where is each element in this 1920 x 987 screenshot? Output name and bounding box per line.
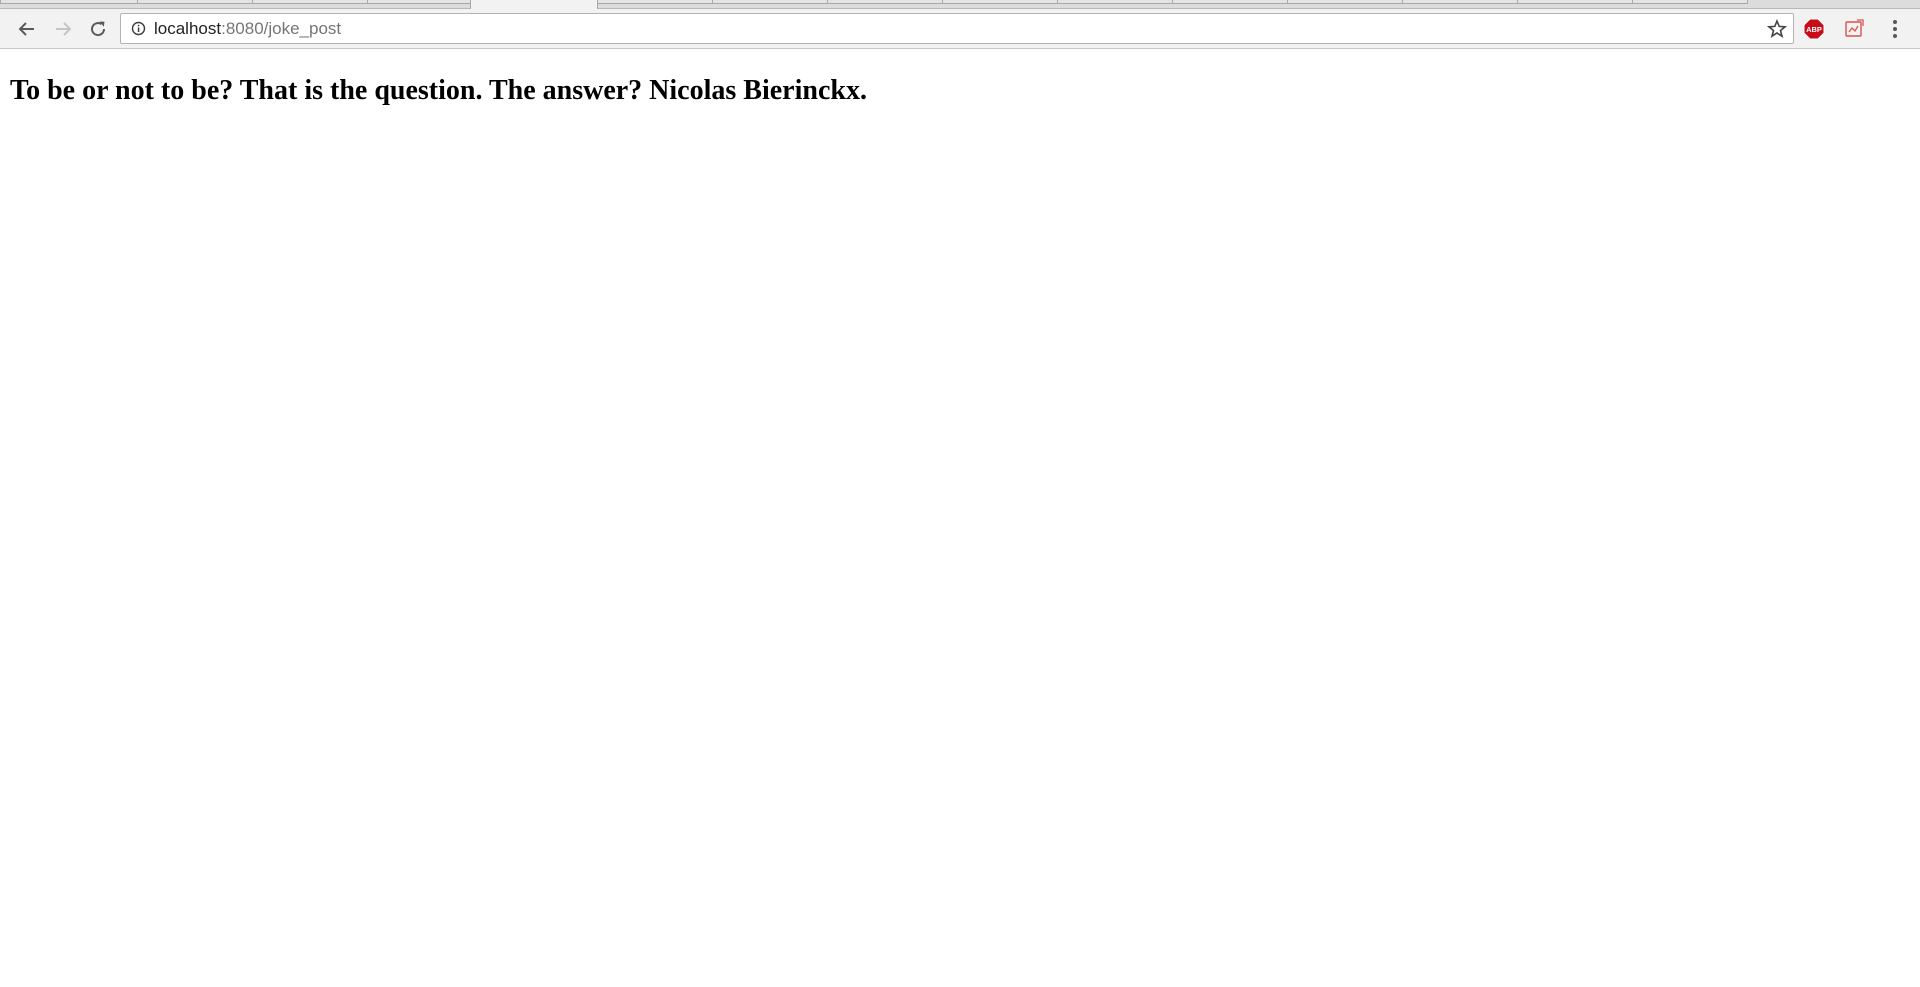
browser-tab[interactable] xyxy=(1172,0,1288,4)
reload-icon xyxy=(91,21,106,37)
abp-icon: ABP xyxy=(1803,18,1825,40)
extension-button[interactable] xyxy=(1843,18,1865,40)
browser-tab[interactable] xyxy=(1632,0,1748,4)
browser-menu-button[interactable] xyxy=(1885,17,1905,41)
browser-tab[interactable] xyxy=(827,0,943,4)
browser-tab-active[interactable] xyxy=(470,0,598,9)
star-icon[interactable] xyxy=(1767,19,1787,39)
reload-button[interactable] xyxy=(85,16,111,42)
browser-tab[interactable] xyxy=(0,0,138,4)
browser-tab[interactable] xyxy=(1517,0,1633,4)
address-bar[interactable]: localhost:8080/joke_post xyxy=(120,13,1794,44)
back-button[interactable] xyxy=(14,16,40,42)
browser-tab[interactable] xyxy=(1402,0,1518,4)
browser-tab[interactable] xyxy=(942,0,1058,4)
adblock-extension-button[interactable]: ABP xyxy=(1803,18,1825,40)
back-arrow-icon xyxy=(18,22,34,36)
browser-tab[interactable] xyxy=(252,0,368,4)
abp-label: ABP xyxy=(1806,25,1822,34)
browser-chrome: localhost:8080/joke_post ABP xyxy=(0,0,1920,49)
joke-heading: To be or not to be? That is the question… xyxy=(10,75,867,106)
kebab-menu-icon xyxy=(1893,20,1897,38)
extension-icon xyxy=(1845,19,1864,37)
info-icon[interactable] xyxy=(131,21,146,36)
url-text[interactable]: localhost:8080/joke_post xyxy=(154,20,341,38)
url-path: :8080/joke_post xyxy=(221,19,342,38)
tab-strip xyxy=(0,0,1920,9)
browser-tab[interactable] xyxy=(712,0,828,4)
browser-tab[interactable] xyxy=(1057,0,1173,4)
browser-tab[interactable] xyxy=(367,0,471,4)
url-host: localhost xyxy=(154,19,222,38)
browser-tab[interactable] xyxy=(597,0,713,4)
forward-arrow-icon xyxy=(56,22,72,36)
browser-toolbar: localhost:8080/joke_post ABP xyxy=(0,9,1920,49)
browser-tab[interactable] xyxy=(137,0,253,4)
browser-tab[interactable] xyxy=(1287,0,1403,4)
page-content: To be or not to be? That is the question… xyxy=(0,49,1920,987)
forward-button[interactable] xyxy=(50,16,76,42)
